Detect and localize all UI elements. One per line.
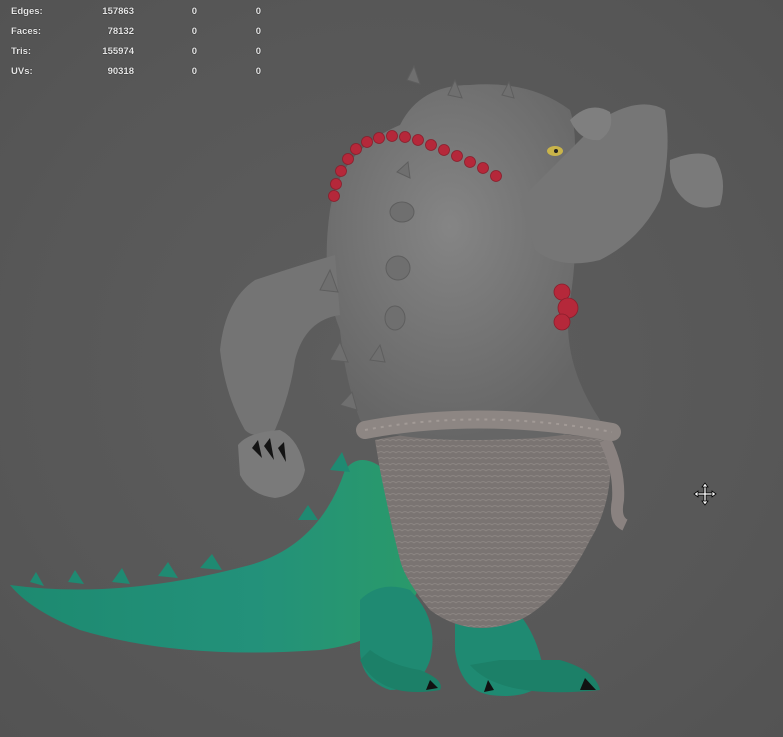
lower-fist bbox=[238, 430, 305, 498]
hud-value: 155974 bbox=[102, 46, 134, 57]
hud-label: UVs: bbox=[11, 66, 33, 77]
hud-value: 78132 bbox=[107, 26, 134, 37]
hud-label: Faces: bbox=[11, 26, 42, 37]
hud-value: 0 bbox=[191, 6, 197, 17]
lower-arm bbox=[220, 255, 340, 435]
hud-value: 157863 bbox=[102, 6, 134, 17]
poly-count-hud: Edges: 157863 0 0 Faces: 78132 0 0 Tris:… bbox=[8, 4, 268, 84]
hud-row-uvs: UVs: 90318 0 0 bbox=[8, 64, 268, 84]
hud-row-edges: Edges: 157863 0 0 bbox=[8, 4, 268, 24]
hud-value: 0 bbox=[191, 46, 197, 57]
hud-value: 0 bbox=[191, 26, 197, 37]
hud-label: Tris: bbox=[11, 46, 32, 57]
hud-value: 90318 bbox=[107, 66, 134, 77]
raised-fist bbox=[669, 153, 724, 208]
hud-value: 0 bbox=[255, 66, 261, 77]
hud-value: 0 bbox=[191, 66, 197, 77]
tail bbox=[10, 460, 420, 653]
hud-value: 0 bbox=[255, 6, 261, 17]
hud-value: 0 bbox=[255, 46, 261, 57]
move-cursor-icon bbox=[693, 482, 717, 506]
hud-row-tris: Tris: 155974 0 0 bbox=[8, 44, 268, 64]
character-model[interactable] bbox=[0, 0, 783, 737]
hud-value: 0 bbox=[255, 26, 261, 37]
hud-row-faces: Faces: 78132 0 0 bbox=[8, 24, 268, 44]
viewport[interactable]: Edges: 157863 0 0 Faces: 78132 0 0 Tris:… bbox=[0, 0, 783, 737]
hud-label: Edges: bbox=[11, 6, 43, 17]
